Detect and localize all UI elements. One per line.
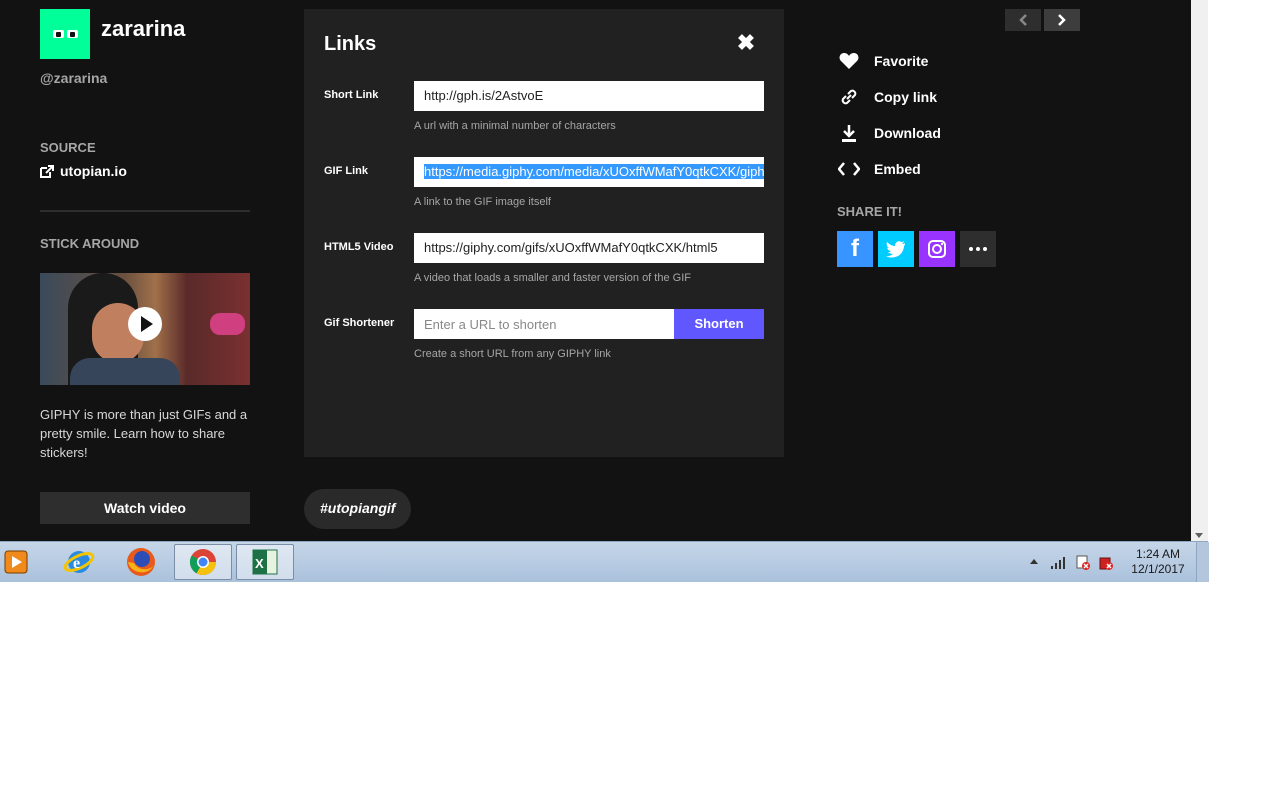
gif-link-value: https://media.giphy.com/media/xUOxffWMaf… [424,164,764,179]
chevron-left-icon [1019,14,1027,26]
scroll-down-icon[interactable] [1195,533,1203,538]
clock-date: 12/1/2017 [1131,562,1185,576]
taskbar: e X 1:24 AM 12/1/2017 [0,541,1209,582]
facebook-icon: f [851,235,859,262]
giphy-page: zararina @zararina SOURCE utopian.io STI… [0,0,1191,541]
copy-link-action[interactable]: Copy link [838,86,937,108]
copy-link-label: Copy link [874,89,938,105]
shorten-url-input[interactable] [414,309,674,339]
heart-icon [838,50,860,72]
excel-icon[interactable]: X [236,544,294,580]
vertical-scrollbar[interactable] [1191,0,1208,541]
html5-video-helper: A video that loads a smaller and faster … [414,272,691,284]
hashtag-pill[interactable]: #utopiangif [304,489,412,529]
gif-link-field[interactable]: https://media.giphy.com/media/xUOxffWMaf… [414,157,764,187]
link-icon [838,86,860,108]
source-link[interactable]: utopian.io [40,163,127,179]
internet-explorer-icon[interactable]: e [50,544,108,580]
firefox-icon[interactable] [112,544,170,580]
show-desktop-button[interactable] [1196,542,1209,582]
twitter-icon [886,240,905,257]
chevron-right-icon [1058,14,1066,26]
stick-around-title: STICK AROUND [40,236,140,251]
gif-link-helper: A link to the GIF image itself [414,196,551,208]
favorite-action[interactable]: Favorite [838,50,928,72]
modal-title: Links [324,33,377,55]
close-icon[interactable]: ✖ [736,32,756,54]
divider [40,210,250,212]
embed-label: Embed [874,161,921,177]
action-center-icon[interactable] [1075,555,1091,571]
more-icon [969,247,987,251]
download-action[interactable]: Download [838,122,941,144]
shorten-button[interactable]: Shorten [674,309,764,339]
avatar-eye-right [67,30,78,38]
download-icon [838,122,860,144]
html5-video-label: HTML5 Video [324,241,394,253]
external-link-icon [40,164,54,178]
thumb-toy [210,313,245,335]
short-link-label: Short Link [324,89,379,101]
svg-text:X: X [255,556,264,571]
short-link-helper: A url with a minimal number of character… [414,120,616,132]
tray-expand-icon[interactable] [1030,559,1038,564]
avatar-eye-left [53,30,64,38]
gif-shortener-label: Gif Shortener [324,317,395,329]
html5-video-field[interactable]: https://giphy.com/gifs/xUOxffWMafY0qtkCX… [414,233,764,263]
thumb-jacket [70,358,180,385]
clock[interactable]: 1:24 AM 12/1/2017 [1124,547,1192,577]
clock-time: 1:24 AM [1135,547,1181,561]
favorite-label: Favorite [874,53,929,69]
next-gif-button[interactable] [1044,9,1080,31]
download-label: Download [874,125,941,141]
instagram-share-button[interactable] [919,231,955,267]
previous-gif-button[interactable] [1005,9,1041,31]
twitter-share-button[interactable] [878,231,914,267]
chrome-icon[interactable] [174,544,232,580]
short-link-field[interactable]: http://gph.is/2AstvoE [414,81,764,111]
share-title: SHARE IT! [837,204,902,219]
more-share-button[interactable] [960,231,996,267]
gif-shortener-helper: Create a short URL from any GIPHY link [414,348,611,360]
promo-text: GIPHY is more than just GIFs and a prett… [40,407,248,460]
user-avatar[interactable] [40,9,90,59]
links-modal: Links ✖ Short Link http://gph.is/2AstvoE… [304,9,784,457]
svg-text:e: e [73,555,80,572]
embed-action[interactable]: Embed [838,158,921,180]
security-icon[interactable] [1098,555,1114,571]
instagram-icon [928,240,946,258]
user-name[interactable]: zararina [101,16,185,42]
watch-video-button[interactable]: Watch video [40,492,250,524]
network-icon[interactable] [1050,556,1066,570]
source-title: SOURCE [40,140,96,155]
play-icon[interactable] [128,307,162,341]
media-player-icon[interactable] [2,544,32,580]
code-icon [838,158,860,180]
facebook-share-button[interactable]: f [837,231,873,267]
video-thumbnail[interactable] [40,273,250,385]
source-link-label: utopian.io [60,163,127,179]
gif-link-label: GIF Link [324,165,368,177]
user-handle[interactable]: @zararina [40,70,107,86]
